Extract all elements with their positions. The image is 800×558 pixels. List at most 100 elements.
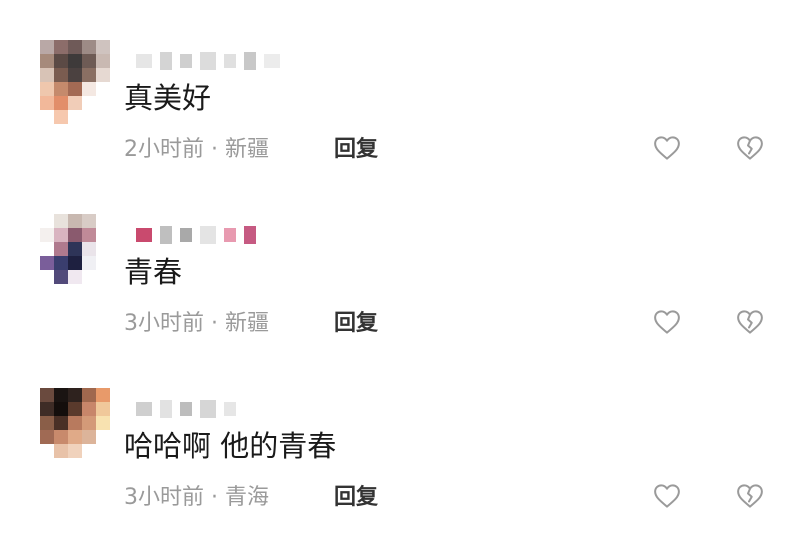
avatar-pixel [68,270,82,284]
username-pixel [136,228,152,242]
heart-outline-icon[interactable] [652,481,682,511]
username-pixel [224,54,236,68]
avatar-pixel [82,402,96,416]
avatar-pixel [96,68,110,82]
avatar-pixel [96,430,110,444]
avatar-pixel [82,430,96,444]
avatar-pixel [40,388,54,402]
avatar-pixel [54,82,68,96]
avatar-pixel [54,416,68,430]
broken-heart-icon[interactable] [735,307,765,337]
username-pixel [180,402,192,416]
avatar-pixel [96,388,110,402]
avatar-pixel [68,68,82,82]
username-pixel [264,54,280,68]
avatar-pixel [68,430,82,444]
avatar-pixel [40,82,54,96]
avatar-pixel [40,270,54,284]
heart-outline-icon[interactable] [652,307,682,337]
avatar-pixel [68,402,82,416]
username-blurred[interactable] [136,396,236,422]
avatar-pixel [40,110,54,124]
avatar-pixel [96,402,110,416]
avatar-pixel [40,416,54,430]
avatar-pixel [82,110,96,124]
avatar-pixel [40,242,54,256]
avatar-pixel [68,458,82,472]
avatar-pixel [96,270,110,284]
avatar-pixel [82,270,96,284]
broken-heart-icon[interactable] [735,133,765,163]
avatar-pixel [54,270,68,284]
username-pixel [200,226,216,244]
avatar-pixel [40,214,54,228]
avatar-pixel [82,68,96,82]
avatar-pixel [54,96,68,110]
avatar-pixel [82,444,96,458]
avatar-pixel [82,96,96,110]
avatar-pixel [96,256,110,270]
avatar-pixel [54,284,68,298]
avatar[interactable] [40,40,110,124]
avatar-pixel [54,228,68,242]
comment-text: 真美好 [124,81,212,115]
avatar-pixel [54,40,68,54]
avatar-pixel [68,228,82,242]
username-pixel [180,54,192,68]
avatar[interactable] [40,388,110,472]
username-pixel [224,228,236,242]
avatar-pixel [68,214,82,228]
username-pixel [200,400,216,418]
heart-outline-icon[interactable] [652,133,682,163]
avatar-pixel [54,214,68,228]
avatar-pixel [68,96,82,110]
username-pixel [136,54,152,68]
avatar-pixel [96,458,110,472]
avatar-pixel [54,402,68,416]
reply-button[interactable]: 回复 [334,310,378,338]
avatar-pixel [68,110,82,124]
avatar-pixel [68,444,82,458]
avatar-pixel [96,54,110,68]
reply-button[interactable]: 回复 [334,484,378,512]
avatar-pixel [96,228,110,242]
username-pixel [244,52,256,70]
avatar-pixel [68,416,82,430]
username-pixel [136,402,152,416]
avatar-pixel [68,54,82,68]
comment-item: 真美好 2小时前 · 新疆 回复 [0,40,800,210]
username-pixel [200,52,216,70]
reply-button[interactable]: 回复 [334,136,378,164]
avatar-pixel [96,82,110,96]
avatar-pixel [54,242,68,256]
username-pixel [180,228,192,242]
avatar-pixel [96,444,110,458]
username-blurred[interactable] [136,222,256,248]
comment-text: 青春 [124,255,183,289]
avatar-pixel [54,110,68,124]
avatar-pixel [82,214,96,228]
avatar-pixel [54,256,68,270]
avatar-pixel [40,68,54,82]
avatar-pixel [82,82,96,96]
avatar-pixel [54,430,68,444]
comment-meta: 3小时前 · 新疆 [124,311,269,336]
comment-item: 青春 3小时前 · 新疆 回复 [0,214,800,384]
avatar-pixel [82,458,96,472]
username-blurred[interactable] [136,48,280,74]
comment-meta: 2小时前 · 新疆 [124,137,269,162]
avatar-pixel [40,458,54,472]
avatar-pixel [82,256,96,270]
avatar-pixel [82,54,96,68]
avatar-pixel [54,54,68,68]
avatar-pixel [82,284,96,298]
username-pixel [160,226,172,244]
username-pixel [160,400,172,418]
avatar-pixel [68,82,82,96]
avatar[interactable] [40,214,110,298]
broken-heart-icon[interactable] [735,481,765,511]
avatar-pixel [96,96,110,110]
username-pixel [244,226,256,244]
avatar-pixel [68,40,82,54]
avatar-pixel [96,242,110,256]
